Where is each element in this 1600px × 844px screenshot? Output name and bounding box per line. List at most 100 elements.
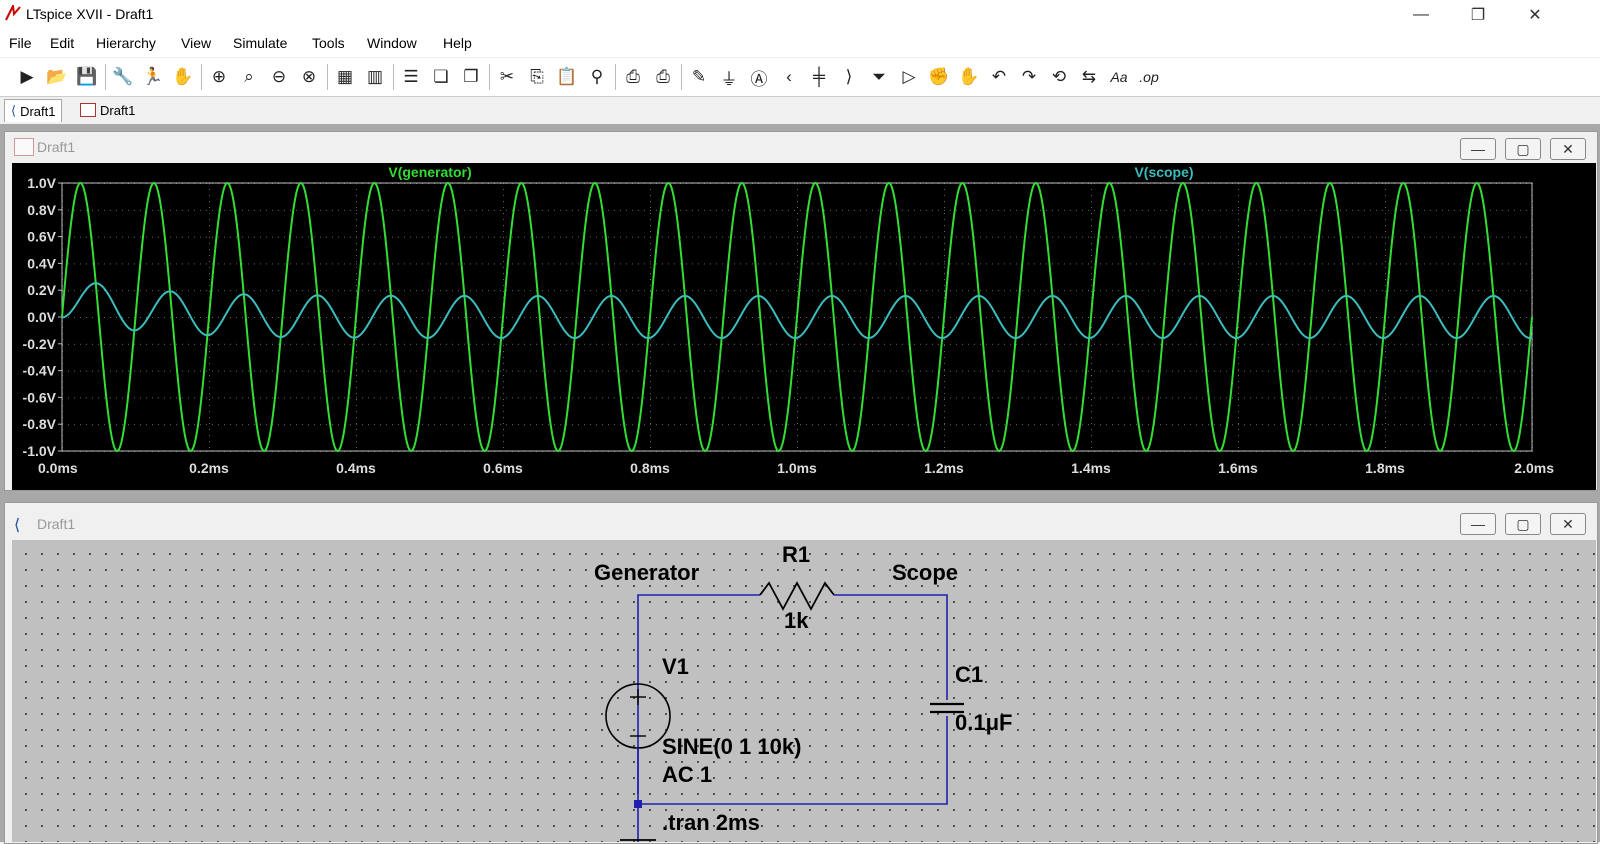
x-tick-label: 1.2ms [924,460,964,476]
menu-view[interactable]: View [181,35,211,51]
schematic-window-title: Draft1 [37,516,76,532]
halt-icon[interactable]: ✋ [170,64,196,90]
inductor-icon[interactable]: ⟩ [836,64,862,90]
net-label-scope[interactable]: Scope [892,560,958,585]
c1-value[interactable]: 0.1μF [955,710,1012,735]
text-icon[interactable]: Aa [1106,64,1132,90]
spice-directive-tran[interactable]: .tran 2ms [662,810,760,835]
schematic-icon: ⟨ [14,517,21,534]
resistor-r1[interactable] [759,581,835,611]
ground-icon[interactable]: ⏚ [716,64,742,90]
tile-horizontal-icon[interactable]: ☰ [398,64,424,90]
mirror-icon[interactable]: ⇆ [1076,64,1102,90]
x-tick-label: 0.6ms [483,460,523,476]
move-icon[interactable]: ✊ [926,64,952,90]
label-net-icon[interactable]: Ⓐ [746,64,772,90]
v1-value[interactable]: SINE(0 1 10k) [662,734,801,759]
menu-edit[interactable]: Edit [50,35,74,51]
open-icon[interactable]: 📂 [44,64,70,90]
x-tick-label: 0.4ms [336,460,376,476]
c1-name[interactable]: C1 [955,662,983,687]
component-icon[interactable]: ▷ [896,64,922,90]
spice-directive-icon[interactable]: .op [1136,64,1162,90]
cut-icon[interactable]: ✂ [494,64,520,90]
waveform-minimize-button[interactable]: — [1460,138,1496,160]
toolbar-separator [615,64,616,90]
zoom-cancel-icon[interactable]: ⊗ [296,64,322,90]
y-tick-label: 0.2V [27,282,56,298]
resistor-icon[interactable]: ‹ [776,64,802,90]
schematic-minimize-button[interactable]: — [1460,513,1496,535]
new-schematic-icon[interactable]: ▶ [14,64,40,90]
tile-vertical-icon[interactable]: ❐ [458,64,484,90]
wire-return[interactable] [638,716,948,805]
cascade-icon[interactable]: ❏ [428,64,454,90]
menu-tools[interactable]: Tools [312,35,345,51]
title-bar [0,0,1600,30]
waveform-close-button[interactable]: ✕ [1550,138,1586,160]
wire-icon[interactable]: ✎ [686,64,712,90]
paste-icon[interactable]: 📋 [554,64,580,90]
legend-v-generator: V(generator) [388,164,471,180]
close-window-button[interactable]: ✕ [1512,0,1558,30]
toolbar-separator [201,64,202,90]
undo-icon[interactable]: ↶ [986,64,1012,90]
autorange-icon[interactable]: ▦ [332,64,358,90]
minimize-window-button[interactable]: — [1398,0,1444,30]
x-tick-label: 1.0ms [777,460,817,476]
y-tick-label: -0.4V [23,363,57,379]
x-tick-label: 0.8ms [630,460,670,476]
schematic-icon: ⟨ [11,103,17,118]
diode-icon[interactable]: ⏷ [866,64,892,90]
copy-icon[interactable]: ⎘ [524,64,550,90]
zoom-in-icon[interactable]: ⊕ [206,64,232,90]
waveform-icon [14,138,34,156]
restore-window-button[interactable]: ❐ [1455,0,1501,30]
menu-window[interactable]: Window [367,35,417,51]
document-tab-strip [0,97,1600,123]
r1-value[interactable]: 1k [784,608,809,633]
v1-ac[interactable]: AC 1 [662,762,712,787]
waveform-maximize-button[interactable]: ▢ [1505,138,1541,160]
x-tick-label: 2.0ms [1514,460,1554,476]
drag-icon[interactable]: ✋ [956,64,982,90]
save-icon[interactable]: 💾 [74,64,100,90]
schematic-canvas[interactable]: Generator Scope R1 1k V1 SINE(0 1 10k) A… [12,540,1596,842]
v1-name[interactable]: V1 [662,654,689,679]
y-tick-label: -0.6V [23,389,57,405]
mark-icon[interactable]: ▥ [362,64,388,90]
tab-waveform-draft1[interactable]: Draft1 [74,99,141,121]
zoom-area-icon[interactable]: ⌕ [236,64,262,90]
schematic-close-button[interactable]: ✕ [1550,513,1586,535]
x-tick-label: 1.6ms [1218,460,1258,476]
capacitor-icon[interactable]: ╪ [806,64,832,90]
print-setup-icon[interactable]: ⎙ [650,64,676,90]
toolbar-separator [105,64,106,90]
tab-schematic-draft1[interactable]: ⟨ Draft1 [4,99,63,122]
toolbar-separator [489,64,490,90]
y-tick-label: -0.8V [23,416,57,432]
y-tick-label: 0.8V [27,202,56,218]
wire-scope[interactable] [834,594,948,700]
x-tick-label: 1.4ms [1071,460,1111,476]
y-tick-label: -0.2V [23,336,57,352]
net-label-generator[interactable]: Generator [594,560,700,585]
waveform-window-title: Draft1 [37,139,76,155]
run-icon[interactable]: 🏃 [140,64,166,90]
control-panel-icon[interactable]: 🔧 [110,64,136,90]
toolbar-separator [327,64,328,90]
waveform-plot[interactable]: 1.0V 0.8V 0.6V 0.4V 0.2V 0.0V -0.2V -0.4V -0.6V -… [12,163,1596,490]
y-tick-label: 1.0V [27,175,56,191]
r1-name[interactable]: R1 [782,542,810,567]
rotate-icon[interactable]: ⟲ [1046,64,1072,90]
zoom-out-icon[interactable]: ⊖ [266,64,292,90]
ltspice-logo-icon [5,2,21,21]
print-icon[interactable]: ⎙ [620,64,646,90]
menu-help[interactable]: Help [443,35,472,51]
find-icon[interactable]: ⚲ [584,64,610,90]
redo-icon[interactable]: ↷ [1016,64,1042,90]
menu-simulate[interactable]: Simulate [233,35,287,51]
schematic-maximize-button[interactable]: ▢ [1505,513,1541,535]
menu-hierarchy[interactable]: Hierarchy [96,35,156,51]
menu-file[interactable]: File [9,35,32,51]
